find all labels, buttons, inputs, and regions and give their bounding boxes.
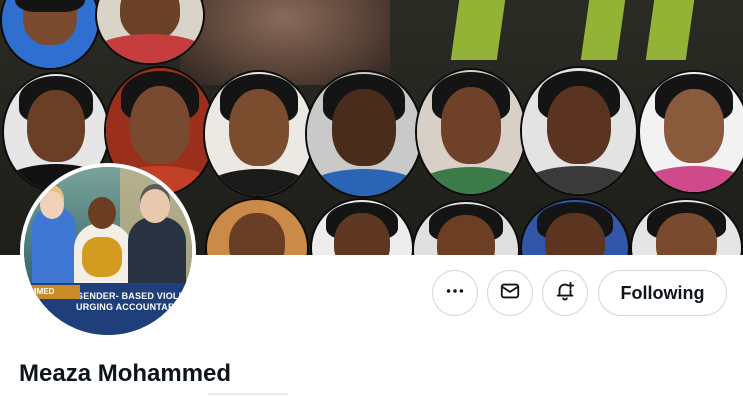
banner-portrait <box>203 70 315 198</box>
banner-portrait <box>630 198 743 255</box>
avatar-photo-person-head <box>40 191 64 219</box>
banner-portrait <box>415 68 527 196</box>
message-button[interactable] <box>487 270 533 316</box>
banner-portrait <box>310 198 414 255</box>
profile-avatar[interactable]: GENDER- BASED VIOLENCE URGING ACCOUNTABI… <box>20 163 196 339</box>
banner-graffiti-mark <box>645 0 695 60</box>
avatar-photo-person-head <box>88 197 116 229</box>
banner-portrait <box>205 198 309 255</box>
avatar-photo-scarf <box>82 237 122 277</box>
banner-graffiti-mark <box>580 0 626 60</box>
following-button[interactable]: Following <box>598 270 727 316</box>
banner-portrait <box>638 70 743 194</box>
avatar-photo-person-head <box>140 189 170 223</box>
avatar-sign-left-text: MMED <box>24 285 80 299</box>
banner-graffiti-mark <box>450 0 506 60</box>
avatar-sign-line-1: GENDER- BASED VIOLENCE <box>76 291 196 301</box>
more-horizontal-icon <box>444 280 466 307</box>
envelope-icon <box>499 280 521 307</box>
banner-portrait <box>0 0 100 70</box>
avatar-sign-line-2: URGING ACCOUNTABILITY <box>76 302 196 312</box>
bell-plus-icon <box>554 280 576 307</box>
divider <box>208 393 288 395</box>
notifications-button[interactable] <box>542 270 588 316</box>
profile-display-name: Meaza Mohammed <box>19 360 232 387</box>
banner-portrait <box>520 198 630 255</box>
more-button[interactable] <box>432 270 478 316</box>
banner-portrait <box>520 66 638 196</box>
banner-portrait <box>305 70 423 198</box>
banner-portrait <box>412 200 520 255</box>
banner-portrait <box>95 0 205 65</box>
